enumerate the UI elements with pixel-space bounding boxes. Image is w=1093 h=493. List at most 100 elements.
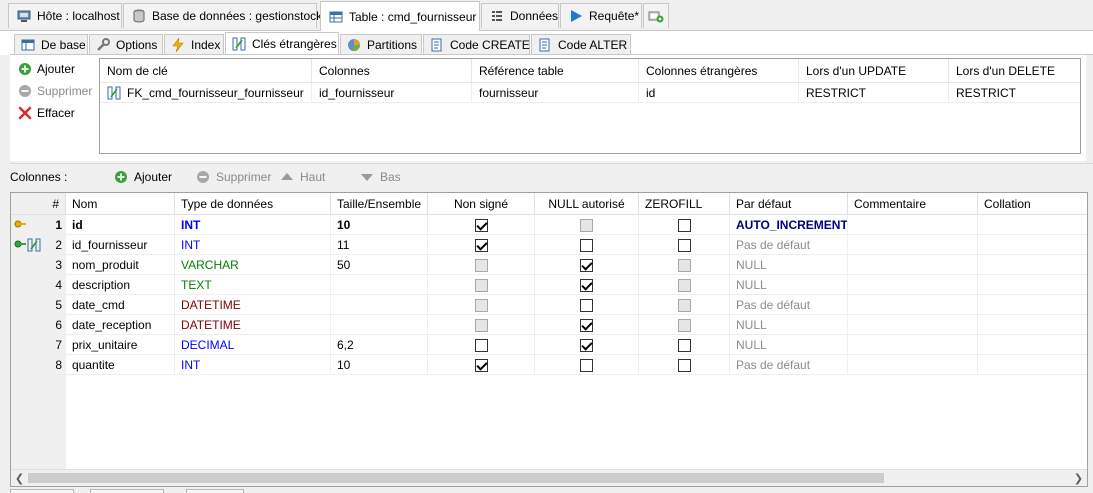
tab-foreign-keys[interactable]: Clés étrangères	[225, 32, 339, 55]
scroll-left-icon[interactable]: ❮	[11, 470, 28, 486]
cell-size[interactable]: 50	[331, 255, 428, 275]
tab-index[interactable]: Index	[164, 34, 224, 55]
fk-cell-key-name[interactable]: FK_cmd_fournisseur_fournisseur	[100, 83, 312, 103]
null-checkbox[interactable]	[580, 318, 593, 332]
cell-unsigned[interactable]	[428, 295, 535, 315]
fk-clear-button[interactable]: Effacer	[18, 104, 75, 122]
tab-query[interactable]: Requête*	[560, 3, 642, 28]
cell-collation[interactable]	[978, 335, 1087, 355]
cell-collation[interactable]	[978, 295, 1087, 315]
tab-partitions[interactable]: Partitions	[340, 34, 422, 55]
table-row[interactable]: 2 id_fournisseur INT 11 Pas de défaut	[11, 235, 1087, 255]
column-remove-button[interactable]: Supprimer	[196, 168, 271, 186]
tab-options[interactable]: Options	[89, 34, 163, 55]
column-up-button[interactable]: Haut	[280, 168, 325, 186]
cell-size[interactable]: 6,2	[331, 335, 428, 355]
cell-comment[interactable]	[848, 355, 978, 375]
cell-default[interactable]: NULL	[730, 335, 848, 355]
cell-zerofill[interactable]	[639, 295, 730, 315]
cell-unsigned[interactable]	[428, 255, 535, 275]
zerofill-checkbox[interactable]	[677, 238, 691, 252]
scrollbar-thumb[interactable]	[28, 473, 884, 483]
cell-size[interactable]: 11	[331, 235, 428, 255]
column-down-button[interactable]: Bas	[360, 168, 401, 186]
bottom-button[interactable]	[90, 489, 164, 493]
cell-null[interactable]	[535, 255, 639, 275]
fk-cell-foreign-columns[interactable]: id	[639, 83, 799, 103]
null-checkbox[interactable]	[580, 358, 593, 372]
cell-size[interactable]: 10	[331, 215, 428, 235]
cell-default[interactable]: NULL	[730, 255, 848, 275]
cell-null[interactable]	[535, 315, 639, 335]
cell-zerofill[interactable]	[639, 215, 730, 235]
cell-null[interactable]	[535, 215, 639, 235]
cell-size[interactable]: 10	[331, 355, 428, 375]
cell-name[interactable]: id_fournisseur	[66, 235, 175, 255]
table-row[interactable]: 3 nom_produit VARCHAR 50 NULL	[11, 255, 1087, 275]
cell-collation[interactable]	[978, 255, 1087, 275]
null-checkbox[interactable]	[580, 238, 593, 252]
cell-comment[interactable]	[848, 295, 978, 315]
cell-collation[interactable]	[978, 215, 1087, 235]
table-row[interactable]: 6 date_reception DATETIME NULL	[11, 315, 1087, 335]
unsigned-checkbox[interactable]	[474, 358, 488, 372]
cell-comment[interactable]	[848, 275, 978, 295]
cell-size[interactable]	[331, 295, 428, 315]
cell-type[interactable]: VARCHAR	[175, 255, 331, 275]
table-row[interactable]: 8 quantite INT 10 Pas de défaut	[11, 355, 1087, 375]
horizontal-scrollbar[interactable]: ❮ ❯	[11, 469, 1087, 486]
tab-new-query[interactable]	[643, 3, 669, 28]
cell-type[interactable]: INT	[175, 215, 331, 235]
cell-comment[interactable]	[848, 335, 978, 355]
unsigned-checkbox[interactable]	[474, 218, 488, 232]
fk-cell-on-delete[interactable]: RESTRICT	[949, 83, 1080, 103]
cell-null[interactable]	[535, 275, 639, 295]
null-checkbox[interactable]	[580, 338, 593, 352]
cell-collation[interactable]	[978, 355, 1087, 375]
col-header-number[interactable]: #	[11, 193, 66, 215]
fk-col-foreign-columns[interactable]: Colonnes étrangères	[639, 59, 799, 83]
null-checkbox[interactable]	[580, 298, 593, 312]
fk-col-key-name[interactable]: Nom de clé	[100, 59, 312, 83]
cell-collation[interactable]	[978, 315, 1087, 335]
cell-null[interactable]	[535, 335, 639, 355]
fk-cell-columns[interactable]: id_fournisseur	[312, 83, 472, 103]
cell-name[interactable]: prix_unitaire	[66, 335, 175, 355]
zerofill-checkbox[interactable]	[677, 338, 691, 352]
tab-data[interactable]: Données	[481, 3, 559, 28]
cell-name[interactable]: date_cmd	[66, 295, 175, 315]
cell-zerofill[interactable]	[639, 335, 730, 355]
fk-col-columns[interactable]: Colonnes	[312, 59, 472, 83]
cell-default[interactable]: Pas de défaut	[730, 295, 848, 315]
cell-type[interactable]: DATETIME	[175, 295, 331, 315]
cell-name[interactable]: nom_produit	[66, 255, 175, 275]
cell-comment[interactable]	[848, 215, 978, 235]
cell-size[interactable]	[331, 315, 428, 335]
cell-type[interactable]: INT	[175, 355, 331, 375]
fk-add-button[interactable]: Ajouter	[18, 60, 75, 78]
cell-default[interactable]: Pas de défaut	[730, 355, 848, 375]
cell-zerofill[interactable]	[639, 275, 730, 295]
zerofill-checkbox[interactable]	[677, 218, 691, 232]
cell-unsigned[interactable]	[428, 235, 535, 255]
cell-null[interactable]	[535, 355, 639, 375]
bottom-button[interactable]	[10, 489, 74, 493]
col-header-default[interactable]: Par défaut	[730, 193, 848, 215]
cell-size[interactable]	[331, 275, 428, 295]
tab-create-code[interactable]: Code CREATE	[423, 34, 530, 55]
cell-comment[interactable]	[848, 315, 978, 335]
cell-unsigned[interactable]	[428, 315, 535, 335]
cell-unsigned[interactable]	[428, 215, 535, 235]
null-checkbox[interactable]	[580, 258, 593, 272]
fk-row[interactable]: FK_cmd_fournisseur_fournisseur id_fourni…	[100, 83, 1080, 103]
col-header-size[interactable]: Taille/Ensemble	[331, 193, 428, 215]
col-header-unsigned[interactable]: Non signé	[428, 193, 535, 215]
cell-name[interactable]: description	[66, 275, 175, 295]
cell-unsigned[interactable]	[428, 275, 535, 295]
cell-default[interactable]: Pas de défaut	[730, 235, 848, 255]
table-row[interactable]: 4 description TEXT NULL	[11, 275, 1087, 295]
cell-unsigned[interactable]	[428, 335, 535, 355]
tab-basic[interactable]: De base	[14, 34, 88, 55]
cell-name[interactable]: date_reception	[66, 315, 175, 335]
cell-unsigned[interactable]	[428, 355, 535, 375]
